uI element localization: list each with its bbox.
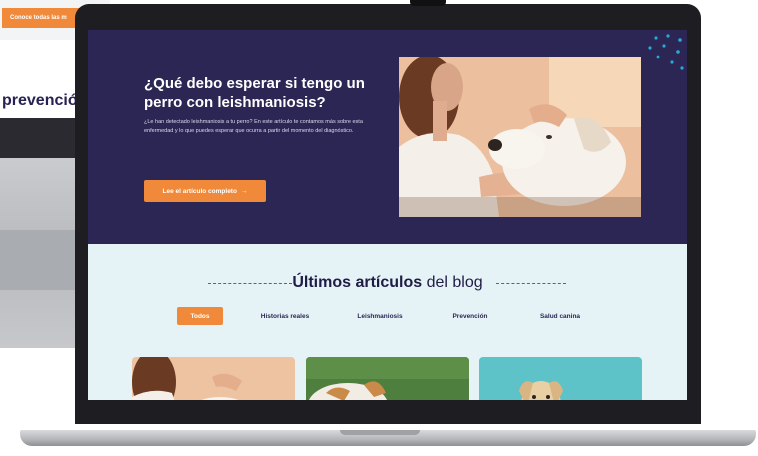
filter-all[interactable]: Todos [177, 307, 223, 325]
arrow-right-icon: → [240, 187, 248, 195]
article-card-2[interactable] [306, 357, 469, 400]
article-card-3[interactable] [479, 357, 642, 400]
background-heading: prevenció [2, 92, 78, 109]
filter-prevention[interactable]: Prevención [440, 307, 500, 325]
blog-heading-rest: del blog [422, 274, 483, 291]
heading-divider-right [496, 283, 566, 284]
hero-section: ¿Qué debo esperar si tengo un perro con … [88, 30, 687, 244]
laptop-screen: ¿Qué debo esperar si tengo un perro con … [88, 30, 687, 400]
blog-heading: Últimos artículos del blog [88, 274, 687, 292]
decorative-dots [648, 34, 684, 70]
blog-section: Últimos artículos del blog Todos Histori… [88, 244, 687, 400]
dog-on-grass-photo [306, 357, 469, 400]
laptop-camera [410, 0, 446, 6]
woman-with-dog-photo [132, 357, 295, 400]
read-article-label: Lee el artículo completo [162, 187, 237, 195]
article-card-1[interactable] [132, 357, 295, 400]
blog-heading-strong: Últimos artículos [292, 274, 423, 291]
hero-title: ¿Qué debo esperar si tengo un perro con … [144, 75, 365, 111]
labrador-teal-photo [479, 357, 642, 400]
hero-description: ¿Le han detectado leishmaniosis a tu per… [144, 119, 363, 134]
woman-with-dog-photo [399, 57, 641, 217]
filter-real-stories[interactable]: Historias reales [248, 307, 322, 325]
filter-canine-health[interactable]: Salud canina [524, 307, 596, 325]
read-article-button[interactable]: Lee el artículo completo → [144, 180, 266, 202]
filter-leishmaniosis[interactable]: Leishmaniosis [345, 307, 415, 325]
background-dark-strip [0, 118, 80, 158]
laptop-base-notch [340, 430, 420, 435]
background-device-detail [0, 230, 80, 290]
